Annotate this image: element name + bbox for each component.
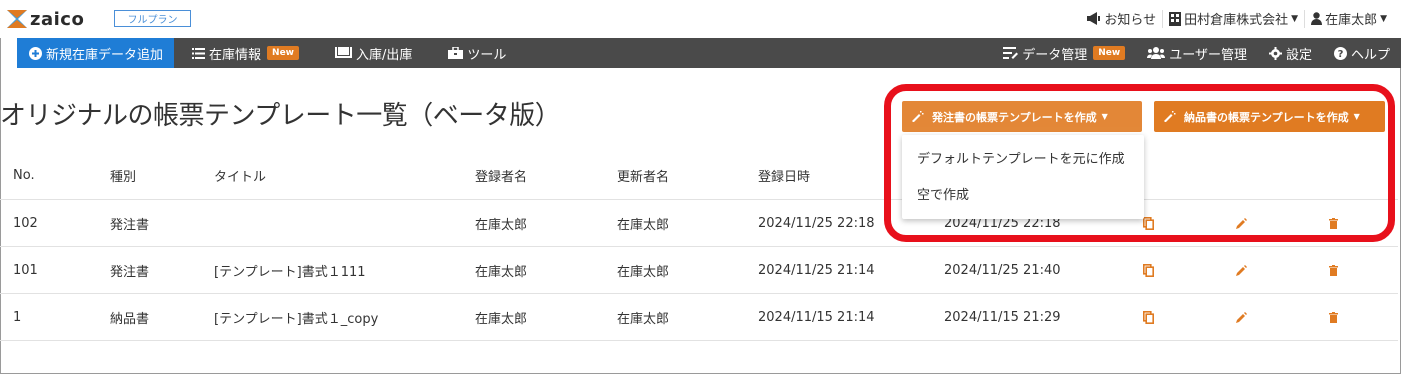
nav-right-group: データ管理 New ユーザー管理 設定 ? ヘルプ [992,38,1401,68]
new-badge: New [267,46,299,60]
nav-data-management[interactable]: データ管理 New [992,38,1136,68]
add-inventory-label: 新規在庫データ追加 [46,47,164,63]
nav-settings-label: 設定 [1285,47,1312,63]
add-inventory-button[interactable]: 新規在庫データ追加 [17,38,175,68]
cell-type: 発注書 [110,264,150,280]
cell-no: 1 [13,309,22,325]
company-name: 田村倉庫株式会社 [1184,13,1289,28]
cell-updater: 在庫太郎 [617,264,670,280]
toolbox-icon [448,47,464,59]
nav-inventory[interactable]: 在庫情報 New [174,38,317,68]
copy-button[interactable] [1143,247,1154,293]
new-badge: New [1093,46,1126,60]
cell-creator: 在庫太郎 [475,264,528,280]
plus-circle-icon [29,46,42,60]
cell-created-at: 2024/11/25 21:14 [758,262,875,278]
gear-icon [1268,46,1282,60]
nav-inout[interactable]: 入庫/出庫 [317,38,430,68]
top-right-menu: お知らせ 田村倉庫株式会社 ▼ 在庫太郎 ▼ [1080,9,1393,28]
copy-icon [1143,310,1154,324]
data-list-icon [1003,47,1019,59]
notifications-label: お知らせ [1104,13,1157,28]
page-title: オリジナルの帳票テンプレート一覧（ベータ版） [0,101,561,131]
delete-button[interactable] [1329,247,1338,293]
nav-settings[interactable]: 設定 [1258,38,1323,68]
pencil-icon [1236,264,1247,276]
user-dropdown[interactable]: 在庫太郎 ▼ [1305,9,1393,28]
delete-button[interactable] [1329,294,1338,340]
user-icon [1311,12,1323,25]
plan-badge: フルプラン [114,10,191,27]
copy-button[interactable] [1143,294,1154,340]
cell-no: 102 [13,215,38,231]
nav-tools-label: ツール [467,47,507,63]
annotation-highlight-box [884,84,1395,242]
svg-text:?: ? [1338,49,1344,60]
nav-help-label: ヘルプ [1350,47,1390,63]
nav-tools[interactable]: ツール [430,38,524,68]
cell-type: 発注書 [110,217,150,233]
building-icon [1169,11,1182,26]
header-creator: 登録者名 [475,170,528,185]
cell-title: [テンプレート]書式１_copy [214,311,379,327]
cell-creator: 在庫太郎 [475,311,528,327]
trash-icon [1329,264,1338,276]
cell-updated-at: 2024/11/25 21:40 [944,262,1061,278]
user-name: 在庫太郎 [1325,13,1378,28]
top-bar: zaico フルプラン お知らせ 田村倉庫株式会社 ▼ 在庫太郎 ▼ [0,0,1401,38]
trash-icon [1329,311,1338,323]
edit-button[interactable] [1236,247,1247,293]
cell-creator: 在庫太郎 [475,217,528,233]
cell-no: 101 [13,262,38,278]
company-dropdown[interactable]: 田村倉庫株式会社 ▼ [1163,9,1304,28]
header-created-at: 登録日時 [758,170,811,185]
users-icon [1147,47,1166,59]
zaico-logo-icon [7,10,27,28]
megaphone-icon [1087,12,1101,25]
nav-user-management-label: ユーザー管理 [1169,47,1247,63]
caret-down-icon: ▼ [1380,13,1387,24]
cell-title: [テンプレート]書式１111 [214,264,366,280]
nav-inout-label: 入庫/出庫 [355,47,413,63]
header-no: No. [13,168,35,183]
header-type: 種別 [110,170,137,185]
cell-updater: 在庫太郎 [617,311,670,327]
cell-created-at: 2024/11/25 22:18 [758,215,875,231]
copy-icon [1143,263,1154,277]
header-title: タイトル [214,170,267,185]
edit-button[interactable] [1236,294,1247,340]
cell-type: 納品書 [110,311,150,327]
cell-updater: 在庫太郎 [617,217,670,233]
pencil-icon [1236,311,1247,323]
zaico-logo[interactable]: zaico [7,8,85,30]
table-row: 101 発注書 [テンプレート]書式１111 在庫太郎 在庫太郎 2024/11… [0,247,1398,294]
caret-down-icon: ▼ [1291,13,1299,24]
header-updater: 更新者名 [617,170,670,185]
nav-user-management[interactable]: ユーザー管理 [1136,38,1258,68]
list-icon [192,47,206,59]
question-circle-icon: ? [1333,46,1347,60]
logo-text: zaico [30,8,85,30]
main-navbar: 新規在庫データ追加 在庫情報 New 入庫/出庫 ツール データ管理 New ユ… [17,38,1401,68]
notifications-link[interactable]: お知らせ [1080,9,1162,28]
pallet-icon [334,46,352,58]
nav-inventory-label: 在庫情報 [209,47,262,63]
table-row: 1 納品書 [テンプレート]書式１_copy 在庫太郎 在庫太郎 2024/11… [0,294,1398,341]
nav-data-management-label: データ管理 [1022,47,1088,63]
cell-updated-at: 2024/11/15 21:29 [944,309,1061,325]
nav-help[interactable]: ? ヘルプ [1323,38,1401,68]
cell-created-at: 2024/11/15 21:14 [758,309,875,325]
